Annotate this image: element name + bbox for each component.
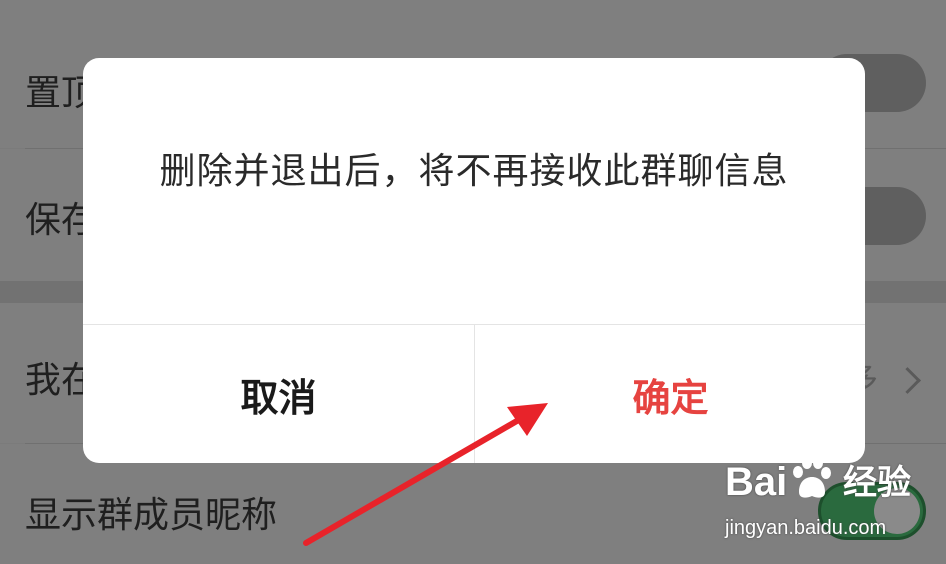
cancel-button[interactable]: 取消 — [83, 325, 474, 463]
confirm-button[interactable]: 确定 — [475, 325, 865, 463]
watermark-jingyan: 经验 — [843, 463, 911, 503]
chevron-right-icon — [894, 367, 921, 394]
settings-top-row — [0, 0, 946, 10]
confirm-dialog: 删除并退出后，将不再接收此群聊信息 取消 确定 — [83, 58, 865, 463]
settings-row-label: 显示群成员昵称 — [25, 495, 278, 536]
baidu-jingyan-watermark: Bai 经验 jingyan.baidu.com — [725, 457, 940, 562]
watermark-brand: Bai — [725, 460, 788, 504]
watermark-url: jingyan.baidu.com — [725, 517, 887, 539]
dialog-message: 删除并退出后，将不再接收此群聊信息 — [159, 151, 789, 192]
baidu-paw-icon — [793, 457, 831, 498]
